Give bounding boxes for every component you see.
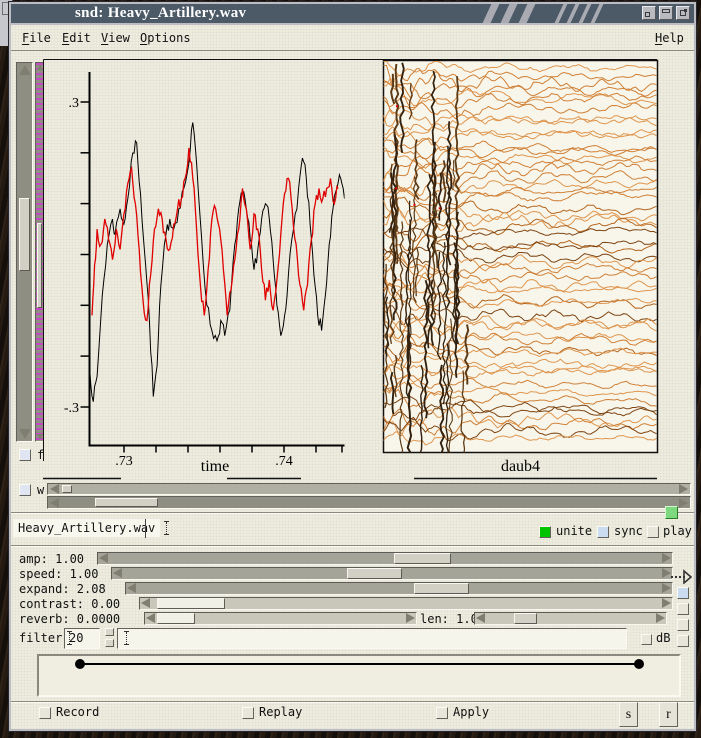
graph-display[interactable]: .3 -.3 .73 .74 time daub4 [43,59,691,480]
filter-order-up-stepper[interactable] [105,628,114,636]
x-tick-label-73: .73 [115,454,133,469]
filename-separator [145,519,146,538]
sound-filename: Heavy_Artillery.wav [13,519,160,537]
apply-checkbox[interactable] [436,707,448,719]
restore-controls-button[interactable]: r [659,702,678,727]
horizontal-zoom-thumb[interactable] [62,485,72,493]
filter-envelope-graph[interactable] [39,656,679,695]
contrast-slider[interactable] [139,597,673,610]
x-tick-label-74: .74 [275,454,293,469]
text-cursor-icon [163,521,170,535]
speed-slider[interactable] [111,567,673,580]
menu-item-view[interactable]: View [101,31,130,45]
save-controls-button[interactable]: s [619,702,638,727]
waveform-traces[interactable] [90,123,345,402]
menu-item-file[interactable]: File [22,31,51,45]
wavelet-label-daub4: daub4 [501,458,540,475]
contrast-label: contrast: 0.00 [19,597,120,611]
reverb-len-thumb[interactable] [514,613,537,624]
unite-checkbox[interactable] [539,526,551,538]
remember-arrow-icon[interactable] [669,569,693,584]
y-tick-label-pos: .3 [69,96,80,111]
reverb-label: reverb: 0.0000 [19,612,120,626]
waveform-trace-red [92,148,338,321]
control-panel-checkbox-1[interactable] [677,587,689,599]
speed-slider-thumb[interactable] [347,568,402,579]
close-button[interactable] [676,6,690,20]
amp-label: amp: 1.00 [19,552,84,566]
y-tick-label-neg: -.3 [64,401,79,416]
titlebar-decoration [519,4,536,23]
pane-divider [11,512,694,514]
titlebar-decoration [567,4,580,23]
wave-checkbox[interactable] [19,484,31,496]
pane-sash-handle[interactable] [665,506,678,519]
controls-divider [11,545,694,547]
envelope-point-right[interactable] [634,659,644,669]
vertical-position-thumb[interactable] [37,223,42,308]
control-panel-checkbox-3[interactable] [677,619,689,631]
control-panel-checkbox-4[interactable] [677,635,689,647]
menu-item-edit[interactable]: Edit [62,31,91,45]
reverb-scale-thumb[interactable] [157,613,195,624]
contrast-slider-thumb[interactable] [157,598,225,609]
titlebar[interactable]: snd: Heavy_Artillery.wav [11,4,694,23]
expand-slider[interactable] [125,582,673,595]
x-axis-label-time: time [201,458,229,475]
wave-checkbox-label: w [37,484,44,497]
record-label: Record [56,706,99,719]
db-checkbox[interactable] [641,634,652,645]
menu-item-options[interactable]: Options [140,31,191,45]
minimize-button[interactable] [642,6,656,20]
envelope-point-left[interactable] [75,659,85,669]
bottom-divider [11,701,694,703]
maximize-button[interactable] [659,6,673,20]
snd-window: snd: Heavy_Artillery.wav File Edit View … [8,1,697,732]
titlebar-decoration [579,4,592,23]
window-title: snd: Heavy_Artillery.wav [75,5,246,22]
waveform-trace-black [90,123,345,402]
speed-label: speed: 1.00 [19,567,98,581]
filter-envelope-editor[interactable] [37,654,681,697]
horizontal-position-thumb[interactable] [95,498,158,507]
play-checkbox[interactable] [647,526,659,538]
sync-checkbox[interactable] [597,526,609,538]
filter-order-cursor-icon [66,631,73,645]
titlebar-decoration [483,4,500,23]
titlebar-decoration [591,4,604,23]
reverb-len-slider[interactable] [474,612,667,625]
amp-slider[interactable] [97,552,673,565]
apply-label: Apply [453,706,489,719]
record-checkbox[interactable] [39,707,51,719]
horizontal-zoom-scrollbar[interactable] [47,483,691,495]
horizontal-position-scrollbar[interactable] [47,496,691,509]
unite-label: unite [556,525,592,538]
titlebar-decoration [555,4,568,23]
amp-slider-thumb[interactable] [394,553,451,564]
control-panel-checkbox-2[interactable] [677,603,689,615]
db-label: dB [656,632,670,645]
menu-item-help[interactable]: Help [655,31,684,45]
play-label: play [663,525,692,538]
vertical-zoom-thumb[interactable] [19,198,30,271]
reverb-scale-slider[interactable] [144,612,417,625]
fft-checkbox[interactable] [19,449,31,461]
replay-label: Replay [259,706,302,719]
vertical-zoom-scrollbar[interactable] [16,62,33,442]
menubar: File Edit View Options Help [11,25,694,51]
expand-slider-thumb[interactable] [414,583,469,594]
filter-entry-cursor-icon [123,631,130,645]
sync-label: sync [614,525,643,538]
replay-checkbox[interactable] [242,707,254,719]
filter-label: filter: [19,631,70,645]
expand-label: expand: 2.08 [19,582,106,596]
app-content: File Edit View Options Help f w .3-.3.73… [11,25,694,729]
titlebar-decoration [501,4,518,23]
filter-envelope-entry[interactable] [117,628,627,649]
filter-order-down-stepper[interactable] [105,639,114,647]
